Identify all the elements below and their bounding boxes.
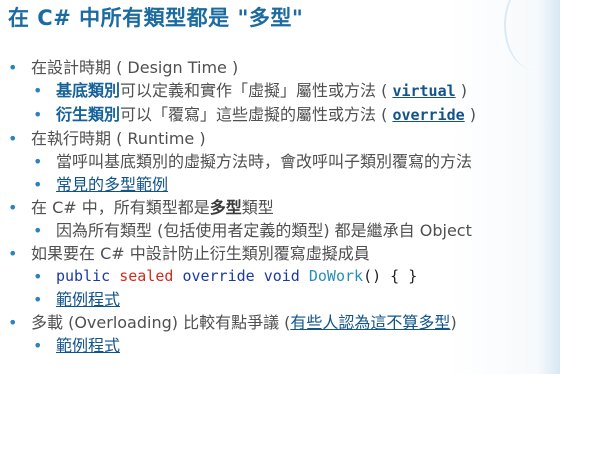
overloading-debate-link[interactable]: 有些人認為這不算多型: [290, 313, 450, 332]
all-types-post: 類型: [241, 198, 274, 217]
page-title: 在 C# 中所有類型都是 "多型": [8, 6, 304, 30]
polymorphism-term: 多型: [209, 198, 242, 217]
bullet-list: • 在設計時期 ( Design Time ) • 基底類別可以定義和實作「虛擬…: [8, 56, 556, 357]
sub-bullet-sealed-code: • public sealed override void DoWork() {…: [8, 265, 556, 288]
bullet-icon: •: [33, 221, 43, 240]
bullet-icon: •: [8, 198, 18, 217]
common-polymorphism-example-link[interactable]: 常見的多型範例: [56, 175, 168, 194]
all-types-pre: 在 C# 中，所有類型都是: [31, 198, 210, 217]
override-keyword-link[interactable]: override: [392, 106, 464, 124]
bullet-icon: •: [33, 105, 43, 124]
sub-bullet-sample-code-2: • 範例程式: [8, 334, 556, 357]
overloading-post: ): [450, 313, 457, 332]
derived-class-desc: 可以「覆寫」這些虛擬的屬性或方法 (: [120, 105, 393, 124]
bullet-prevent-override: • 如果要在 C# 中設計防止衍生類別覆寫虛擬成員: [8, 242, 556, 265]
base-class-close: ): [455, 81, 467, 100]
bullet-runtime-text: 在執行時期 ( Runtime ): [31, 129, 206, 148]
code-method-name: DoWork: [308, 267, 364, 285]
sample-code-link-1[interactable]: 範例程式: [56, 290, 120, 309]
sub-bullet-object-inherit: • 因為所有類型 (包括使用者定義的類型) 都是繼承自 Object: [8, 219, 556, 242]
code-method-body: () { }: [363, 267, 418, 285]
base-class-desc: 可以定義和實作「虛擬」屬性或方法 (: [120, 81, 393, 100]
derived-class-term: 衍生類別: [56, 105, 121, 124]
bullet-icon: •: [8, 58, 18, 77]
code-sealed-keyword: sealed: [119, 267, 174, 285]
sub-bullet-virtual-call: • 當呼叫基底類別的虛擬方法時，會改呼叫子類別覆寫的方法: [8, 150, 556, 173]
bullet-design-time: • 在設計時期 ( Design Time ): [8, 56, 556, 79]
prevent-override-text: 如果要在 C# 中設計防止衍生類別覆寫虛擬成員: [31, 244, 370, 263]
bullet-overloading: • 多載 (Overloading) 比較有點爭議 (有些人認為這不算多型): [8, 311, 556, 334]
virtual-call-text: 當呼叫基底類別的虛擬方法時，會改呼叫子類別覆寫的方法: [56, 152, 473, 171]
base-class-term: 基底類別: [56, 81, 121, 100]
bullet-icon: •: [8, 129, 18, 148]
sub-bullet-sample-code-1: • 範例程式: [8, 288, 556, 311]
bullet-icon: •: [33, 290, 43, 309]
bullet-all-types: • 在 C# 中，所有類型都是多型類型: [8, 196, 556, 219]
virtual-keyword-link[interactable]: virtual: [392, 82, 455, 100]
bullet-icon: •: [33, 152, 43, 171]
bullet-runtime: • 在執行時期 ( Runtime ): [8, 127, 556, 150]
bullet-icon: •: [8, 313, 18, 332]
derived-class-close: ): [464, 105, 477, 124]
bullet-design-time-text: 在設計時期 ( Design Time ): [31, 58, 239, 77]
bullet-icon: •: [33, 175, 43, 194]
bullet-icon: •: [33, 267, 43, 286]
sub-bullet-derived-class: • 衍生類別可以「覆寫」這些虛擬的屬性或方法 ( override ): [8, 103, 556, 127]
sub-bullet-common-example: • 常見的多型範例: [8, 173, 556, 196]
bullet-icon: •: [33, 81, 43, 100]
bullet-icon: •: [8, 244, 18, 263]
sample-code-link-2[interactable]: 範例程式: [56, 336, 120, 355]
sub-bullet-base-class: • 基底類別可以定義和實作「虛擬」屬性或方法 ( virtual ): [8, 79, 556, 103]
slide: 在 C# 中所有類型都是 "多型" • 在設計時期 ( Design Time …: [0, 0, 560, 374]
code-public-keyword: public: [56, 267, 111, 285]
code-override-keyword: override: [182, 267, 255, 285]
bullet-icon: •: [33, 336, 43, 355]
object-inherit-text: 因為所有類型 (包括使用者定義的類型) 都是繼承自 Object: [56, 221, 472, 240]
code-void-keyword: void: [263, 267, 300, 285]
overloading-pre: 多載 (Overloading) 比較有點爭議 (: [31, 313, 291, 332]
